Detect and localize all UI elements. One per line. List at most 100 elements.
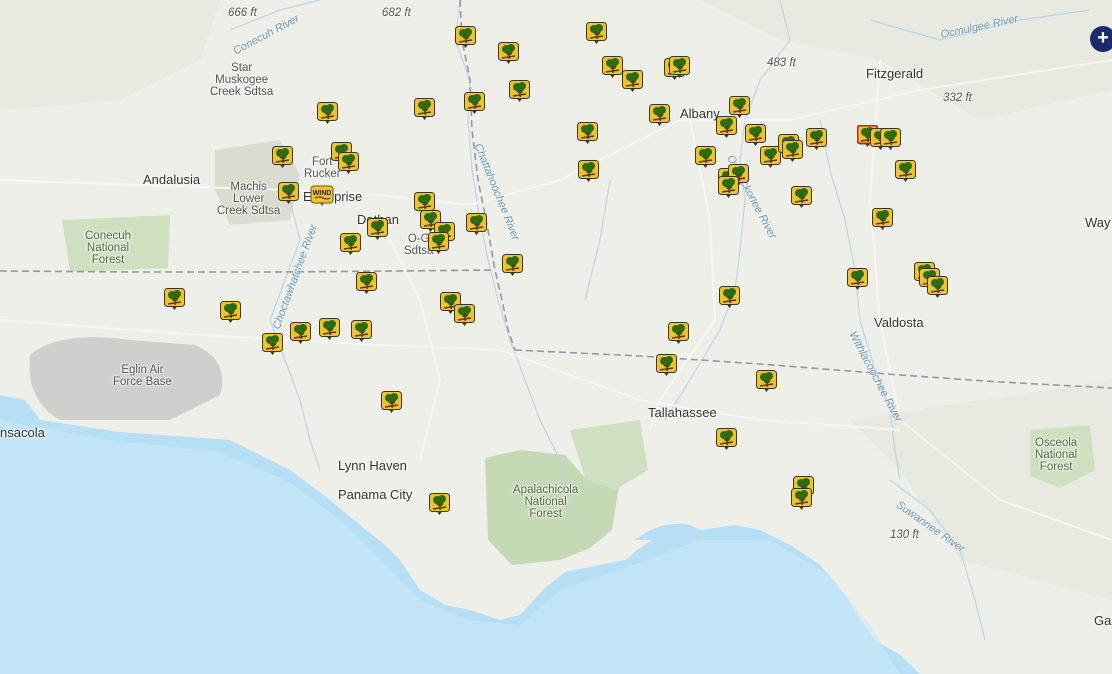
tree-damage-marker[interactable]	[164, 288, 185, 311]
tree-damage-icon	[428, 232, 449, 254]
tree-damage-icon	[791, 186, 812, 208]
tree-damage-icon	[455, 26, 476, 48]
area-label-conecuh: Conecuh National Forest	[85, 230, 131, 266]
tree-damage-marker[interactable]	[578, 160, 599, 183]
tree-damage-marker[interactable]	[290, 322, 311, 345]
tree-damage-marker[interactable]	[220, 301, 241, 324]
tree-damage-icon	[338, 152, 359, 174]
tree-damage-icon	[317, 102, 338, 124]
wind-label: WIND	[313, 190, 332, 197]
tree-damage-marker[interactable]	[719, 286, 740, 309]
tree-damage-marker[interactable]	[577, 122, 598, 145]
tree-damage-marker[interactable]	[278, 182, 299, 205]
tree-damage-marker[interactable]	[272, 146, 293, 169]
tree-damage-icon	[319, 318, 340, 340]
tree-damage-marker[interactable]	[716, 116, 737, 139]
tree-damage-marker[interactable]	[895, 160, 916, 183]
tree-damage-marker[interactable]	[872, 208, 893, 231]
tree-damage-marker[interactable]	[756, 370, 777, 393]
tree-damage-marker[interactable]	[847, 268, 868, 291]
tree-damage-marker[interactable]	[791, 186, 812, 209]
tree-damage-marker[interactable]	[695, 146, 716, 169]
tree-damage-marker[interactable]	[351, 320, 372, 343]
area-line: Forest	[91, 254, 125, 266]
tree-damage-marker[interactable]	[466, 213, 487, 236]
tree-damage-marker[interactable]	[338, 152, 359, 175]
elevation-label: 332 ft	[943, 92, 972, 104]
tree-damage-marker[interactable]	[429, 493, 450, 516]
city-label-valdosta: Valdosta	[874, 315, 924, 330]
zoom-in-button[interactable]: +	[1090, 26, 1112, 52]
tree-damage-marker[interactable]	[745, 124, 766, 147]
tree-damage-icon	[262, 333, 283, 355]
elevation-label: 682 ft	[382, 7, 411, 19]
area-line: National	[86, 242, 130, 254]
tree-damage-marker[interactable]	[718, 176, 739, 199]
area-line: Muskogee	[215, 74, 269, 86]
area-line: Forest	[529, 508, 562, 520]
tree-damage-icon	[695, 146, 716, 168]
area-line: Star	[231, 62, 253, 74]
tree-damage-marker[interactable]	[782, 140, 803, 163]
city-label-fitzgerald: Fitzgerald	[866, 66, 924, 81]
tree-damage-marker[interactable]	[602, 56, 623, 79]
tree-damage-marker[interactable]	[927, 276, 948, 299]
tree-damage-marker[interactable]	[509, 80, 530, 103]
tree-damage-icon	[414, 98, 435, 120]
tree-damage-icon	[290, 322, 311, 344]
tree-damage-marker[interactable]	[502, 254, 523, 277]
city-label-andalusia: Andalusia	[143, 172, 201, 187]
tree-damage-marker[interactable]	[319, 318, 340, 341]
area-label-star-muskogee: Star Muskogee Creek Sdtsa	[210, 62, 273, 98]
tree-damage-icon	[872, 208, 893, 230]
area-line: Forest	[1039, 461, 1073, 473]
tree-damage-marker[interactable]	[454, 304, 475, 327]
area-label-machis: Machis Lower Creek Sdtsa	[217, 181, 280, 217]
area-line: National	[524, 496, 567, 508]
tree-damage-icon	[649, 104, 670, 126]
area-line: Conecuh	[85, 230, 132, 242]
area-line: Osceola	[1035, 437, 1078, 449]
area-line: Force Base	[113, 376, 172, 388]
area-label-osceola: Osceola National Forest	[1035, 437, 1077, 473]
tree-damage-icon	[927, 276, 948, 298]
tree-damage-icon	[577, 122, 598, 144]
city-label-albany: Albany	[680, 106, 720, 121]
tree-damage-marker[interactable]	[455, 26, 476, 49]
city-label-waycross: Way	[1085, 215, 1111, 230]
tree-damage-marker[interactable]	[381, 391, 402, 414]
tree-damage-marker[interactable]	[669, 56, 690, 79]
elevation-label: 130 ft	[890, 529, 919, 541]
tree-damage-icon	[586, 22, 607, 44]
tree-damage-marker[interactable]	[262, 333, 283, 356]
tree-damage-marker[interactable]	[668, 322, 689, 345]
tree-damage-marker[interactable]	[880, 128, 901, 151]
tree-damage-icon	[791, 488, 812, 510]
tree-damage-marker[interactable]	[414, 98, 435, 121]
tree-damage-marker[interactable]	[340, 233, 361, 256]
tree-damage-marker[interactable]	[317, 102, 338, 125]
tree-damage-marker[interactable]	[356, 272, 377, 295]
tree-damage-marker[interactable]	[656, 354, 677, 377]
tree-damage-marker[interactable]	[622, 70, 643, 93]
city-label-tallahassee: Tallahassee	[648, 405, 717, 420]
area-line: Apalachicola	[513, 484, 579, 496]
tree-damage-marker[interactable]	[586, 22, 607, 45]
tree-damage-marker[interactable]	[791, 488, 812, 511]
tree-damage-marker[interactable]	[428, 232, 449, 255]
tree-damage-icon	[464, 92, 485, 114]
area-line: National	[1035, 449, 1078, 461]
tree-damage-icon	[429, 493, 450, 515]
tree-damage-marker[interactable]	[649, 104, 670, 127]
wind-report-marker[interactable]: WIND	[310, 185, 334, 207]
tree-damage-icon	[880, 128, 901, 150]
elevation-label: 666 ft	[228, 7, 257, 19]
tree-damage-marker[interactable]	[464, 92, 485, 115]
tree-damage-icon	[669, 56, 690, 78]
tree-damage-marker[interactable]	[716, 428, 737, 451]
tree-damage-marker[interactable]	[498, 42, 519, 65]
tree-damage-marker[interactable]	[806, 128, 827, 151]
tree-damage-icon	[356, 272, 377, 294]
tree-damage-icon	[847, 268, 868, 290]
tree-damage-marker[interactable]	[367, 218, 388, 241]
